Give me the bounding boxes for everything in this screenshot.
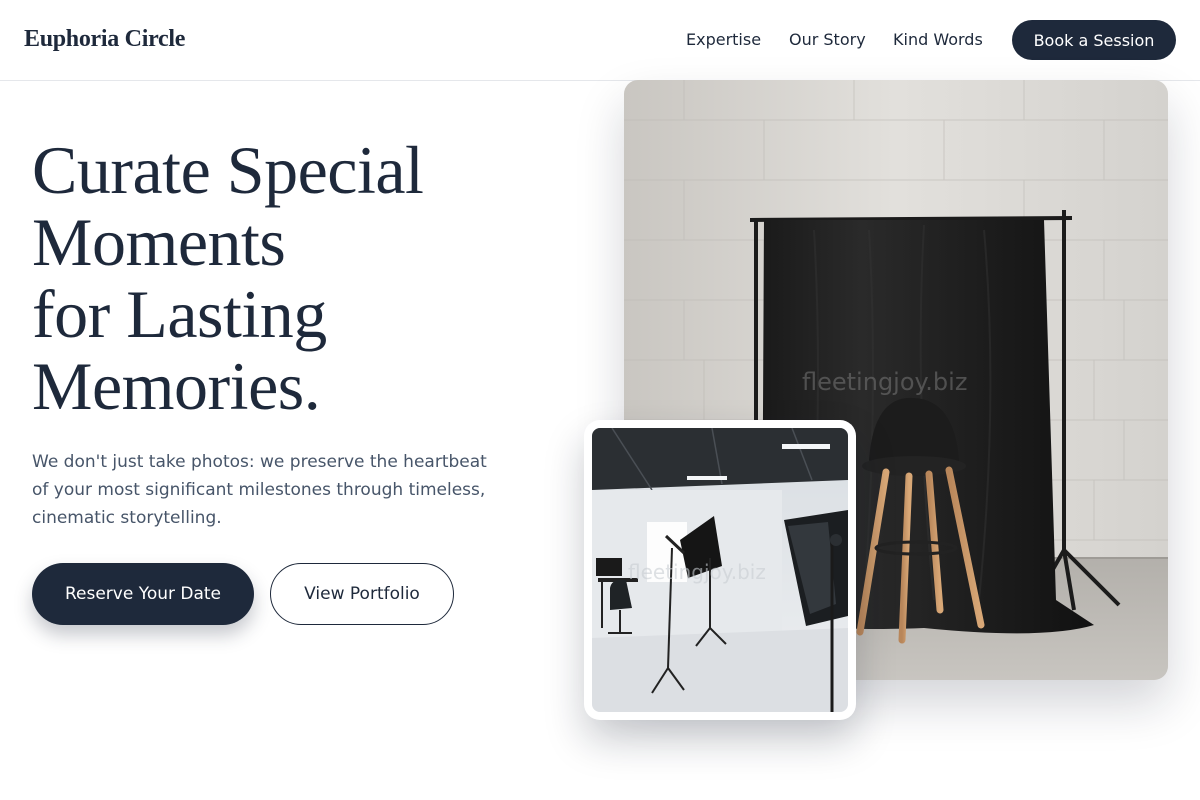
nav-link-expertise[interactable]: Expertise	[686, 30, 761, 49]
studio-interior-illustration	[592, 428, 848, 712]
hero-title: Curate Special Moments for Lasting Memor…	[32, 134, 592, 422]
hero-subtitle-line-3: cinematic storytelling.	[32, 508, 222, 528]
brand-logo[interactable]: Euphoria Circle	[24, 26, 185, 53]
hero-subtitle-line-1: We don't just take photos: we preserve t…	[32, 452, 487, 472]
hero-title-line-4: Memories.	[32, 348, 321, 424]
hero-title-line-2: Moments	[32, 204, 286, 280]
book-session-button[interactable]: Book a Session	[1012, 20, 1176, 60]
hero-subtitle-line-2: of your most significant milestones thro…	[32, 480, 486, 500]
hero-title-line-1: Curate Special	[32, 132, 424, 208]
hero-subtitle: We don't just take photos: we preserve t…	[32, 448, 552, 532]
reserve-date-button[interactable]: Reserve Your Date	[32, 563, 254, 625]
nav-link-kind-words[interactable]: Kind Words	[893, 30, 983, 49]
inset-photo-card: fleetingjoy.biz	[584, 420, 856, 720]
nav-link-our-story[interactable]: Our Story	[789, 30, 866, 49]
view-portfolio-button[interactable]: View Portfolio	[270, 563, 454, 625]
site-header: Euphoria Circle Expertise Our Story Kind…	[0, 0, 1200, 81]
hero-title-line-3: for Lasting	[32, 276, 327, 352]
studio-interior-photo: fleetingjoy.biz	[592, 428, 848, 712]
